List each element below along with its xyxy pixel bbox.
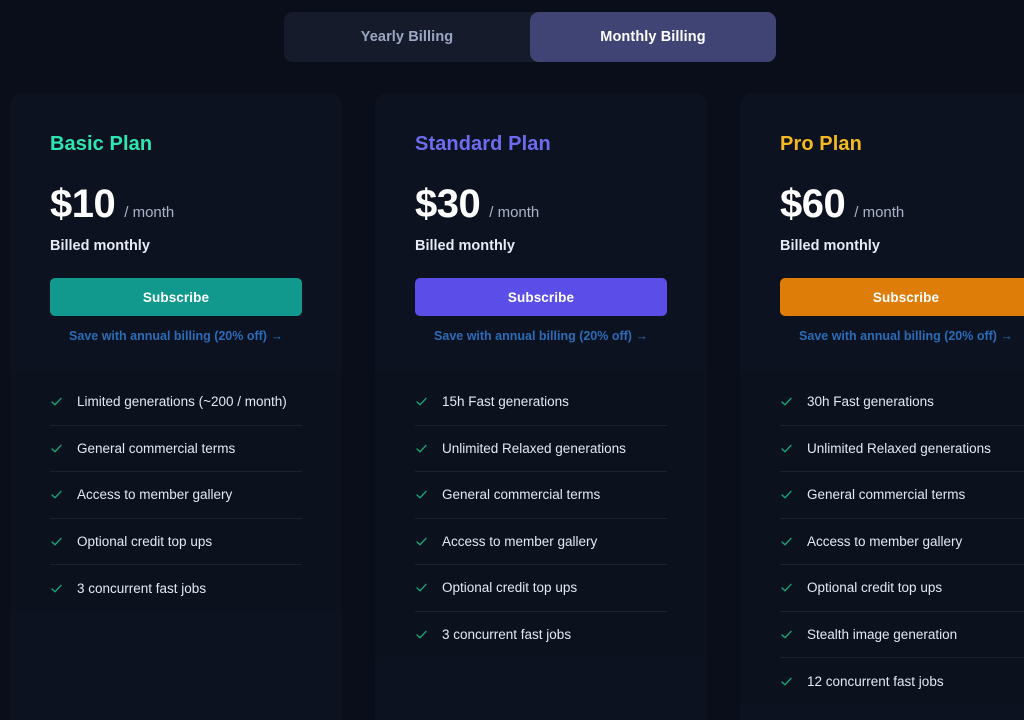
check-icon xyxy=(415,628,428,641)
feature-label: General commercial terms xyxy=(442,487,600,502)
feature-item: Unlimited Relaxed generations xyxy=(415,426,667,473)
check-icon xyxy=(415,488,428,501)
feature-list: 30h Fast generations Unlimited Relaxed ge… xyxy=(740,371,1024,705)
check-icon xyxy=(415,395,428,408)
feature-label: 3 concurrent fast jobs xyxy=(77,581,206,596)
plan-price: $10 xyxy=(50,184,115,224)
feature-item: General commercial terms xyxy=(50,426,302,473)
feature-item: 3 concurrent fast jobs xyxy=(415,612,667,659)
plan-price: $60 xyxy=(780,184,845,224)
plan-name: Basic Plan xyxy=(50,133,302,156)
check-icon xyxy=(780,535,793,548)
feature-label: Unlimited Relaxed generations xyxy=(442,441,626,456)
feature-item: Unlimited Relaxed generations xyxy=(780,426,1024,473)
check-icon xyxy=(780,395,793,408)
pricing-card: Pro Plan $60 / month Billed monthly Subscrib… xyxy=(740,93,1024,720)
feature-label: General commercial terms xyxy=(77,441,235,456)
feature-item: General commercial terms xyxy=(415,472,667,519)
feature-item: Access to member gallery xyxy=(50,472,302,519)
check-icon xyxy=(415,581,428,594)
feature-label: 3 concurrent fast jobs xyxy=(442,627,571,642)
plan-price-period: / month xyxy=(124,204,174,221)
annual-billing-save-link[interactable]: Save with annual billing (20% off) → xyxy=(415,329,667,343)
check-icon xyxy=(50,535,63,548)
toggle-option-monthly-label: Monthly Billing xyxy=(600,29,705,45)
check-icon xyxy=(415,442,428,455)
feature-label: 12 concurrent fast jobs xyxy=(807,674,944,689)
pricing-card-header: Pro Plan $60 / month Billed monthly Subscrib… xyxy=(740,93,1024,371)
check-icon xyxy=(50,395,63,408)
billing-period-toggle[interactable]: Yearly Billing Monthly Billing xyxy=(284,12,776,62)
feature-label: 15h Fast generations xyxy=(442,394,569,409)
feature-item: Stealth image generation xyxy=(780,612,1024,659)
subscribe-button[interactable]: Subscribe xyxy=(780,278,1024,316)
annual-billing-save-link[interactable]: Save with annual billing (20% off) → xyxy=(50,329,302,343)
feature-item: 30h Fast generations xyxy=(780,379,1024,426)
check-icon xyxy=(780,488,793,501)
feature-list: 15h Fast generations Unlimited Relaxed ge… xyxy=(375,371,707,658)
feature-label: 30h Fast generations xyxy=(807,394,934,409)
billing-frequency-label: Billed monthly xyxy=(415,238,667,254)
feature-label: Access to member gallery xyxy=(807,534,962,549)
feature-label: Optional credit top ups xyxy=(442,580,577,595)
annual-billing-save-link[interactable]: Save with annual billing (20% off) → xyxy=(780,329,1024,343)
price-row: $60 / month xyxy=(780,184,1024,224)
feature-label: Unlimited Relaxed generations xyxy=(807,441,991,456)
billing-frequency-label: Billed monthly xyxy=(50,238,302,254)
feature-item: General commercial terms xyxy=(780,472,1024,519)
feature-item: Access to member gallery xyxy=(415,519,667,566)
feature-item: Access to member gallery xyxy=(780,519,1024,566)
feature-item: 15h Fast generations xyxy=(415,379,667,426)
plan-price: $30 xyxy=(415,184,480,224)
check-icon xyxy=(50,488,63,501)
feature-item: 12 concurrent fast jobs xyxy=(780,658,1024,705)
subscribe-button[interactable]: Subscribe xyxy=(50,278,302,316)
toggle-option-yearly-label: Yearly Billing xyxy=(361,29,453,45)
toggle-option-yearly[interactable]: Yearly Billing xyxy=(284,12,530,62)
feature-label: Access to member gallery xyxy=(442,534,597,549)
plan-price-period: / month xyxy=(854,204,904,221)
feature-item: Optional credit top ups xyxy=(415,565,667,612)
check-icon xyxy=(50,442,63,455)
feature-label: Stealth image generation xyxy=(807,627,957,642)
feature-item: Limited generations (~200 / month) xyxy=(50,379,302,426)
check-icon xyxy=(780,581,793,594)
feature-label: General commercial terms xyxy=(807,487,965,502)
check-icon xyxy=(780,675,793,688)
plan-price-period: / month xyxy=(489,204,539,221)
feature-label: Access to member gallery xyxy=(77,487,232,502)
pricing-card: Standard Plan $30 / month Billed monthly Sub… xyxy=(375,93,707,720)
toggle-option-monthly[interactable]: Monthly Billing xyxy=(530,12,776,62)
feature-list: Limited generations (~200 / month) Genera… xyxy=(10,371,342,612)
feature-item: Optional credit top ups xyxy=(780,565,1024,612)
check-icon xyxy=(415,535,428,548)
feature-label: Limited generations (~200 / month) xyxy=(77,394,287,409)
feature-label: Optional credit top ups xyxy=(77,534,212,549)
billing-frequency-label: Billed monthly xyxy=(780,238,1024,254)
plan-name: Pro Plan xyxy=(780,133,1024,156)
price-row: $10 / month xyxy=(50,184,302,224)
feature-item: 3 concurrent fast jobs xyxy=(50,565,302,612)
feature-label: Optional credit top ups xyxy=(807,580,942,595)
price-row: $30 / month xyxy=(415,184,667,224)
pricing-card-header: Standard Plan $30 / month Billed monthly Sub… xyxy=(375,93,707,371)
check-icon xyxy=(50,582,63,595)
pricing-page: Yearly Billing Monthly Billing Basic Pla… xyxy=(0,0,1024,720)
pricing-card-header: Basic Plan $10 / month Billed monthly Subscr… xyxy=(10,93,342,371)
subscribe-button[interactable]: Subscribe xyxy=(415,278,667,316)
check-icon xyxy=(780,442,793,455)
pricing-card-list: Basic Plan $10 / month Billed monthly Subscr… xyxy=(10,93,1024,720)
feature-item: Optional credit top ups xyxy=(50,519,302,566)
pricing-card: Basic Plan $10 / month Billed monthly Subscr… xyxy=(10,93,342,720)
check-icon xyxy=(780,628,793,641)
plan-name: Standard Plan xyxy=(415,133,667,156)
